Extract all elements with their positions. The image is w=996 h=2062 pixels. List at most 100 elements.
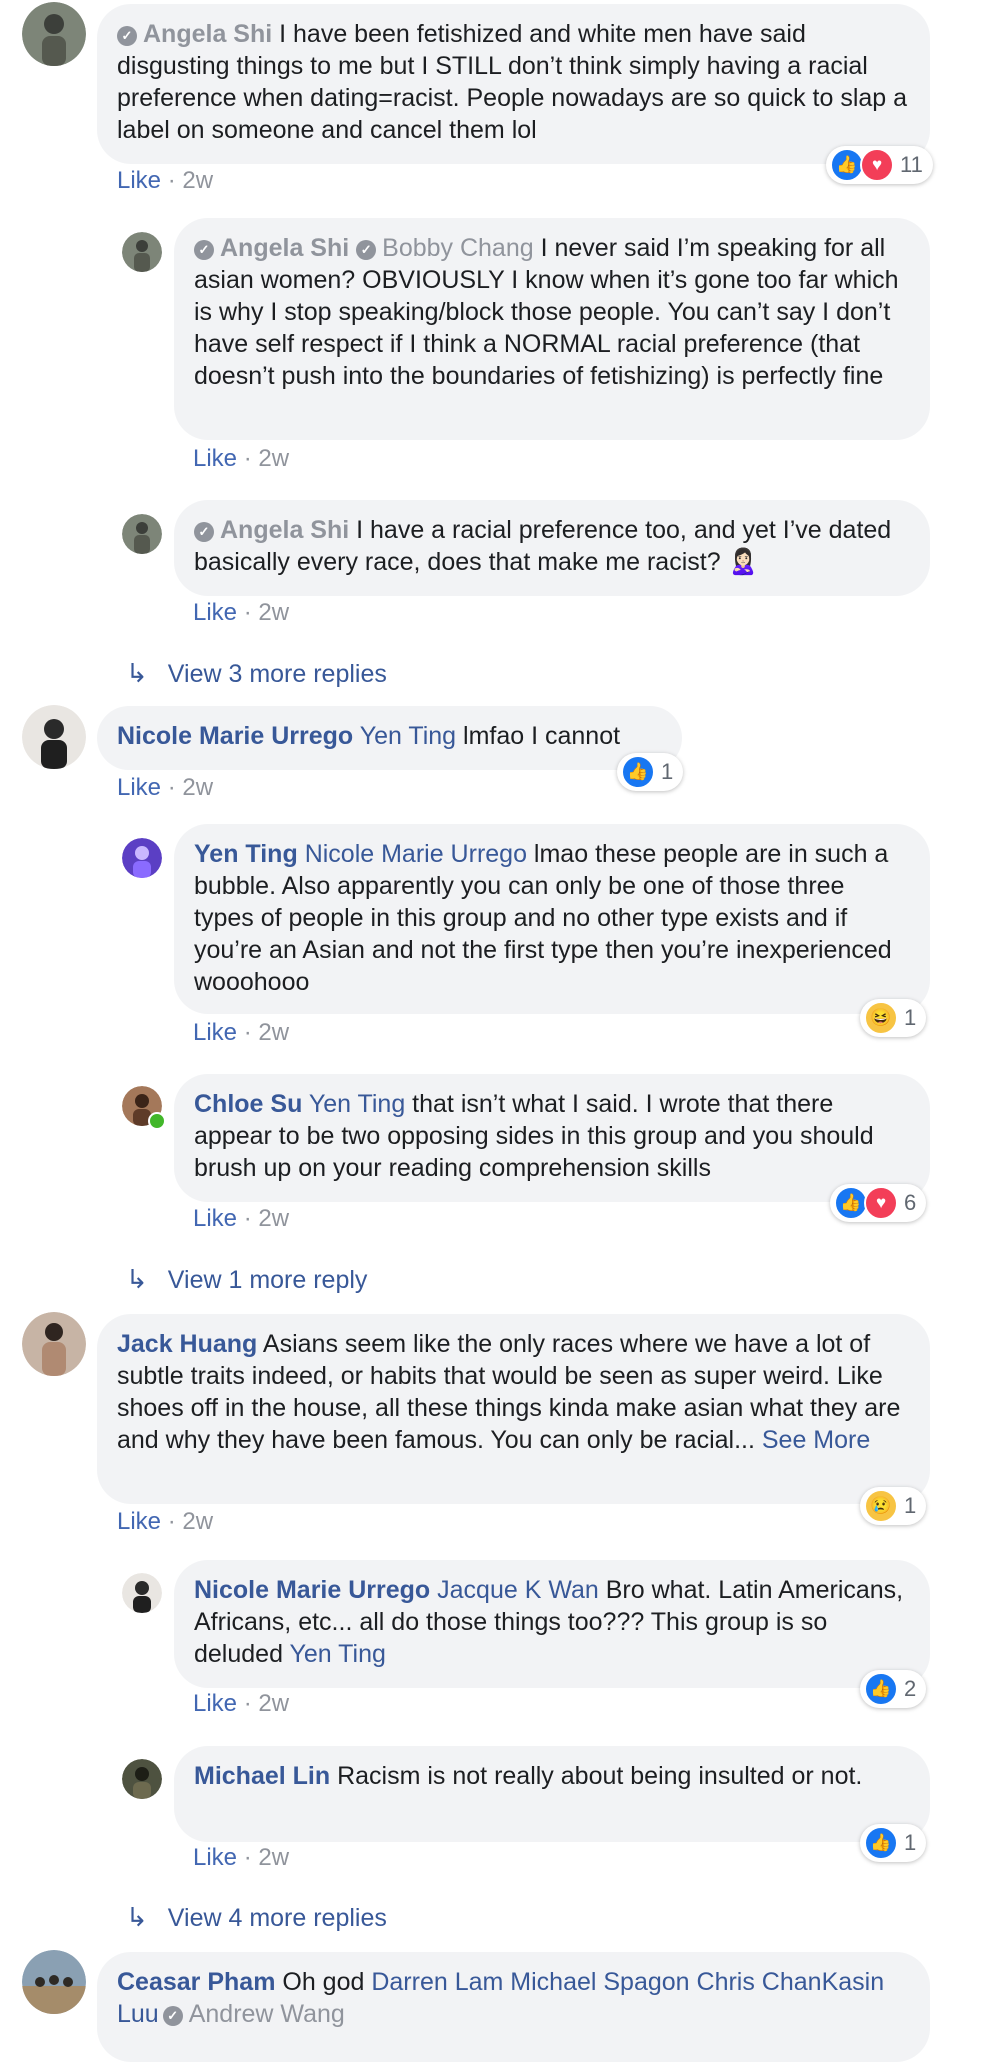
see-more-link[interactable]: See More	[755, 1426, 870, 1454]
reaction-count: 1	[904, 1830, 917, 1855]
view-more-label[interactable]: View 3 more replies	[168, 660, 387, 688]
avatar-nicole-marie-urrego[interactable]	[22, 705, 86, 769]
reply-bubble: Chloe Su Yen Ting that isn’t what I said…	[174, 1074, 930, 1202]
reply-bubble: ✓ Angela Shi ✓ Bobby Chang I never said I’…	[174, 218, 930, 440]
comment-bubble: Ceasar Pham Oh god Darren Lam Michael Sp…	[97, 1952, 930, 2062]
haha-reaction-icon: 😆	[864, 1001, 898, 1035]
mention[interactable]: Yen Ting	[289, 1640, 385, 1668]
reply-meta: Like · 2w	[193, 1019, 290, 1046]
comment-author[interactable]: Angela Shi	[143, 20, 272, 48]
view-more-label[interactable]: View 1 more reply	[168, 1266, 368, 1294]
like-link[interactable]: Like	[117, 1508, 161, 1535]
reply-meta: Like · 2w	[193, 1690, 290, 1717]
comment-author[interactable]: Ceasar Pham	[117, 1968, 275, 1996]
timestamp[interactable]: 2w	[258, 1844, 289, 1871]
reply-bubble: ✓ Angela Shi I have a racial preference t…	[174, 500, 930, 596]
timestamp[interactable]: 2w	[258, 445, 289, 472]
love-reaction-icon: ♥	[864, 1186, 898, 1220]
like-reaction-icon: 👍	[621, 755, 655, 789]
reaction-summary[interactable]: 👍 1	[860, 1824, 927, 1862]
mention[interactable]: Jacque K Wan	[437, 1576, 599, 1604]
comment-bubble: ✓ Angela Shi I have been fetishized and w…	[97, 4, 930, 164]
like-reaction-icon: 👍	[834, 1186, 868, 1220]
reply-author[interactable]: Nicole Marie Urrego	[194, 1576, 430, 1604]
view-more-replies[interactable]: ↳ View 3 more replies	[126, 658, 387, 689]
avatar-ceasar-pham[interactable]	[22, 1950, 86, 2014]
reply-meta: Like · 2w	[193, 445, 290, 472]
reply-author[interactable]: Yen Ting	[194, 840, 298, 868]
reply-meta: Like · 2w	[193, 1205, 290, 1232]
verified-badge-icon: ✓	[194, 240, 214, 260]
mention[interactable]: Bobby Chang	[382, 234, 534, 262]
view-more-replies[interactable]: ↳ View 4 more replies	[126, 1902, 387, 1933]
sad-reaction-icon: 😢	[864, 1489, 898, 1523]
reply-author[interactable]: Angela Shi	[220, 516, 349, 544]
comment-meta: Like · 2w	[117, 167, 214, 194]
reaction-count: 1	[661, 759, 674, 784]
like-link[interactable]: Like	[117, 774, 161, 801]
mention[interactable]: Yen Ting	[360, 722, 456, 750]
like-link[interactable]: Like	[193, 1844, 237, 1871]
reply-arrow-icon: ↳	[126, 1902, 148, 1932]
timestamp[interactable]: 2w	[182, 774, 213, 801]
love-reaction-icon: ♥	[860, 148, 894, 182]
reply-meta: Like · 2w	[193, 1844, 290, 1871]
view-more-label[interactable]: View 4 more replies	[168, 1904, 387, 1932]
reaction-summary[interactable]: 👍 ♥ 11	[826, 146, 933, 184]
reaction-summary[interactable]: 👍 2	[860, 1670, 927, 1708]
avatar-angela-shi[interactable]	[122, 232, 162, 272]
avatar-nicole-marie-urrego[interactable]	[122, 1573, 162, 1613]
reaction-count: 1	[904, 1493, 917, 1518]
like-reaction-icon: 👍	[864, 1672, 898, 1706]
timestamp[interactable]: 2w	[182, 167, 213, 194]
comment-bubble: Nicole Marie Urrego Yen Ting lmfao I can…	[97, 706, 682, 770]
avatar-yen-ting[interactable]	[122, 838, 162, 878]
reply-author[interactable]: Michael Lin	[194, 1762, 330, 1790]
timestamp[interactable]: 2w	[258, 1205, 289, 1232]
reply-bubble: Yen Ting Nicole Marie Urrego lmao these …	[174, 824, 930, 1014]
reply-arrow-icon: ↳	[126, 658, 148, 688]
timestamp[interactable]: 2w	[258, 599, 289, 626]
comment-text: Oh god	[275, 1968, 372, 1996]
comment-meta: Like · 2w	[117, 774, 214, 801]
reaction-summary[interactable]: 😢 1	[860, 1487, 927, 1525]
like-link[interactable]: Like	[193, 1690, 237, 1717]
reaction-count: 2	[904, 1676, 917, 1701]
timestamp[interactable]: 2w	[258, 1019, 289, 1046]
avatar-michael-lin[interactable]	[122, 1759, 162, 1799]
avatar-angela-shi[interactable]	[22, 2, 86, 66]
reaction-summary[interactable]: 👍 ♥ 6	[830, 1184, 927, 1222]
reaction-summary[interactable]: 👍 1	[617, 753, 684, 791]
like-link[interactable]: Like	[193, 599, 237, 626]
reaction-count: 6	[904, 1190, 917, 1215]
reaction-count: 1	[904, 1005, 917, 1030]
avatar-jack-huang[interactable]	[22, 1312, 86, 1376]
view-more-replies[interactable]: ↳ View 1 more reply	[126, 1264, 367, 1295]
comment-bubble: Jack Huang Asians seem like the only rac…	[97, 1314, 930, 1504]
comment-meta: Like · 2w	[117, 1508, 214, 1535]
comment-text: lmfao I cannot	[456, 722, 621, 750]
reply-bubble: Nicole Marie Urrego Jacque K Wan Bro wha…	[174, 1560, 930, 1688]
comment-author[interactable]: Nicole Marie Urrego	[117, 722, 353, 750]
avatar-angela-shi[interactable]	[122, 514, 162, 554]
reaction-summary[interactable]: 😆 1	[860, 999, 927, 1037]
reply-author[interactable]: Angela Shi	[220, 234, 349, 262]
timestamp[interactable]: 2w	[258, 1690, 289, 1717]
reply-text: Racism is not really about being insulte…	[330, 1762, 863, 1790]
reply-text: lmao these people are in such a bubble. …	[194, 840, 892, 996]
online-status-icon	[148, 1112, 166, 1130]
like-reaction-icon: 👍	[830, 148, 864, 182]
mention[interactable]: Yen Ting	[309, 1090, 405, 1118]
like-link[interactable]: Like	[117, 167, 161, 194]
like-link[interactable]: Like	[193, 1019, 237, 1046]
like-link[interactable]: Like	[193, 445, 237, 472]
verified-badge-icon: ✓	[356, 240, 377, 260]
mention[interactable]: Andrew Wang	[189, 2000, 345, 2028]
reply-author[interactable]: Chloe Su	[194, 1090, 302, 1118]
comment-author[interactable]: Jack Huang	[117, 1330, 257, 1358]
reply-arrow-icon: ↳	[126, 1264, 148, 1294]
like-link[interactable]: Like	[193, 1205, 237, 1232]
timestamp[interactable]: 2w	[182, 1508, 213, 1535]
verified-badge-icon: ✓	[117, 26, 137, 46]
mention[interactable]: Nicole Marie Urrego	[305, 840, 527, 868]
